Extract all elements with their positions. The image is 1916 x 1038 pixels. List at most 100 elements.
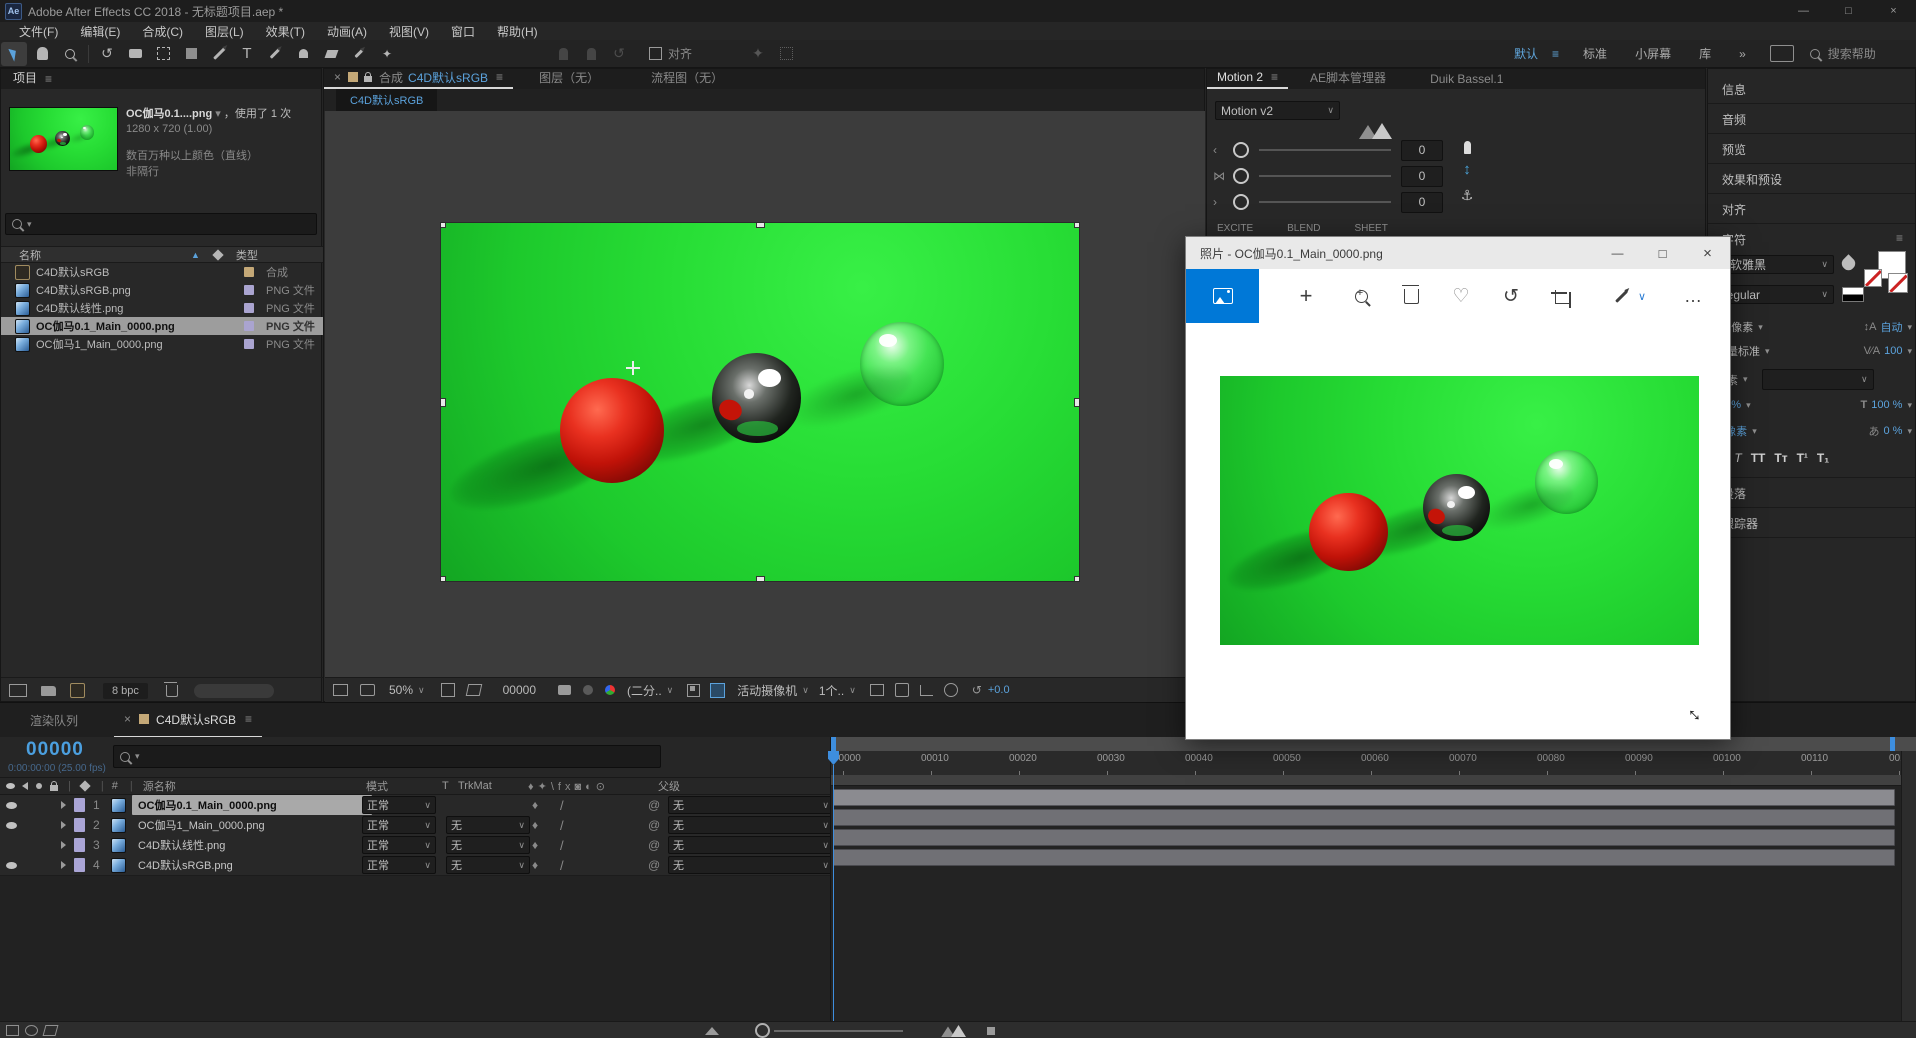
selection-handle[interactable] [756, 223, 765, 228]
menu-animation[interactable]: 动画(A) [316, 23, 378, 40]
layer-expand-icon[interactable] [61, 801, 66, 809]
pen-tool[interactable] [206, 42, 232, 66]
layer-rasterize-switch[interactable]: / [560, 858, 564, 873]
graph-icon[interactable]: ✦ [745, 42, 771, 66]
motion-menu-icon[interactable]: ≡ [1271, 70, 1278, 84]
comp-image[interactable] [441, 223, 1079, 581]
trkmat-column[interactable]: TrkMat [458, 780, 492, 792]
layer-label-color[interactable] [74, 818, 85, 832]
work-area-bar[interactable] [831, 775, 1916, 786]
layer-name[interactable]: C4D默认sRGB.png [132, 855, 372, 875]
viewer-timecode[interactable]: 00000 [503, 683, 536, 697]
timeline-track-area[interactable]: 00000 00010 00020 00030 00040 00050 0006… [830, 737, 1916, 1038]
tsume-select[interactable]: あ0 %▾ [1869, 423, 1913, 439]
time-ruler[interactable]: 00000 00010 00020 00030 00040 00050 0006… [831, 751, 1916, 776]
selection-handle[interactable] [441, 223, 446, 228]
layer-quality-switch[interactable]: ♦ [532, 858, 538, 872]
pan-behind-tool[interactable] [150, 42, 176, 66]
slider-knob[interactable] [1233, 194, 1249, 210]
workspace-default[interactable]: 默认 [1514, 45, 1538, 62]
motion-btn-sheet[interactable]: SHEET [1354, 223, 1387, 234]
layer-trkmat-select[interactable]: 无∨ [446, 816, 530, 834]
photos-zoom-button[interactable] [1336, 269, 1386, 323]
photos-maximize-button[interactable]: □ [1640, 237, 1685, 269]
selection-handle[interactable] [1074, 223, 1079, 228]
tab-flowchart[interactable]: 流程图（无） [625, 66, 749, 89]
tab-layer[interactable]: 图层（无） [513, 66, 625, 89]
close-button[interactable]: × [1871, 0, 1916, 22]
video-column-icon[interactable] [6, 783, 15, 789]
motion-preset-select[interactable]: Motion v2∨ [1215, 101, 1340, 120]
slider-left-icon[interactable]: ⋈ [1213, 169, 1225, 183]
motion-btn-blend[interactable]: BLEND [1287, 223, 1320, 234]
interpret-footage-icon[interactable] [9, 684, 27, 697]
layer-row-2[interactable]: 2 OC伽马1_Main_0000.png 正常∨ 无∨ ♦ / @ 无∨ [0, 815, 830, 836]
audio-column-icon[interactable] [22, 782, 28, 790]
menu-layer[interactable]: 图层(L) [194, 23, 255, 40]
workspace-library[interactable]: 库 [1699, 45, 1711, 62]
panel-preview[interactable]: 预览 [1722, 141, 1746, 158]
project-search-input[interactable]: ▾ [5, 213, 317, 235]
selection-handle[interactable] [756, 576, 765, 581]
exposure-value[interactable]: +0.0 [988, 684, 1010, 696]
layer-visibility-toggle[interactable] [6, 822, 17, 829]
slider-value-input[interactable]: 0 [1401, 166, 1443, 187]
layer-name[interactable]: C4D默认线性.png [132, 835, 372, 855]
slider-track[interactable] [1259, 201, 1391, 203]
camera-tool[interactable] [122, 42, 148, 66]
clone-stamp-tool[interactable] [290, 42, 316, 66]
menu-file[interactable]: 文件(F) [8, 23, 69, 40]
preview-dropdown-icon[interactable]: ▾ [215, 108, 221, 120]
fast-preview-icon[interactable] [895, 683, 909, 697]
help-search-input[interactable]: 搜索帮助 [1828, 45, 1876, 62]
roi-icon[interactable] [687, 684, 700, 697]
layer-row-1[interactable]: 1 OC伽马0.1_Main_0000.png 正常∨ ♦ / @ 无∨ [0, 795, 830, 816]
layer-visibility-toggle[interactable] [6, 862, 17, 869]
sort-icon[interactable]: ▲ [191, 250, 200, 260]
anchor-icon[interactable]: ⚓ [1455, 187, 1479, 213]
character-menu-icon[interactable]: ≡ [1896, 231, 1903, 245]
workspace-icon-c[interactable]: ↺ [606, 42, 632, 66]
slider-knob[interactable] [1233, 142, 1249, 158]
source-name-column[interactable]: 源名称 [143, 778, 176, 794]
photos-favorite-button[interactable]: ♡ [1436, 269, 1486, 323]
workspace-standard[interactable]: 标准 [1583, 45, 1607, 62]
resolution-select[interactable]: (二分..∨ [627, 682, 673, 699]
playhead-line[interactable] [833, 765, 834, 1038]
column-name[interactable]: 名称 [19, 247, 41, 263]
layer-rasterize-switch[interactable]: / [560, 798, 564, 813]
layer-name[interactable]: OC伽马0.1_Main_0000.png [132, 795, 372, 815]
label-color[interactable] [244, 303, 254, 313]
menu-view[interactable]: 视图(V) [378, 23, 440, 40]
number-column[interactable]: # [112, 780, 118, 792]
menu-composition[interactable]: 合成(C) [131, 23, 194, 40]
switches-columns[interactable]: ♦✦\fx◙◐⊙ [528, 780, 609, 793]
mask-icon[interactable] [465, 684, 482, 696]
toggle-graph-icon[interactable] [43, 1025, 59, 1036]
photos-more-button[interactable]: … [1668, 269, 1718, 323]
anchor-point[interactable] [626, 361, 640, 375]
view-layout-select[interactable]: 1个..∨ [819, 682, 856, 699]
slider-left-icon[interactable]: ‹ [1213, 143, 1225, 157]
layer-trkmat-select[interactable]: 无∨ [446, 836, 530, 854]
layer-expand-icon[interactable] [61, 841, 66, 849]
layer-row-4[interactable]: 4 C4D默认sRGB.png 正常∨ 无∨ ♦ / @ 无∨ [0, 855, 830, 876]
hand-tool[interactable] [29, 42, 55, 66]
layer-label-color[interactable] [74, 798, 85, 812]
panel-align[interactable]: 对齐 [1722, 201, 1746, 218]
layer-quality-switch[interactable]: ♦ [532, 838, 538, 852]
channels-icon[interactable] [605, 685, 615, 695]
all-caps-button[interactable]: TT [1751, 451, 1766, 465]
project-row[interactable]: C4D默认sRGB.png PNG 文件 [1, 281, 323, 299]
menu-help[interactable]: 帮助(H) [486, 23, 549, 40]
photos-crop-button[interactable] [1536, 269, 1586, 323]
timeline-search-input[interactable]: ▾ [113, 745, 661, 768]
parent-column[interactable]: 父级 [658, 778, 680, 794]
timeline-zoom-slider[interactable] [755, 1023, 903, 1038]
label-color[interactable] [244, 285, 254, 295]
toggle-modes-icon[interactable] [25, 1025, 38, 1036]
puppet-pin-tool[interactable]: ✦ [374, 42, 400, 66]
project-panel-menu-icon[interactable]: ≡ [45, 72, 52, 89]
toggle-switches-icon[interactable] [6, 1025, 19, 1036]
layer-duration-bar[interactable] [833, 789, 1895, 806]
